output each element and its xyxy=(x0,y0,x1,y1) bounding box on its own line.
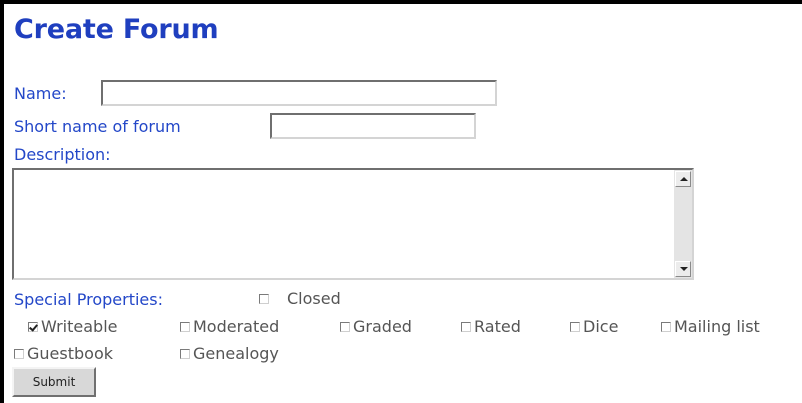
name-label: Name: xyxy=(14,84,67,103)
writeable-checkbox[interactable] xyxy=(28,322,38,332)
mailing-list-checkbox[interactable] xyxy=(661,322,671,332)
rated-checkbox[interactable] xyxy=(461,322,471,332)
moderated-label: Moderated xyxy=(193,317,280,336)
dice-label: Dice xyxy=(583,317,619,336)
name-field[interactable] xyxy=(101,80,497,106)
short-name-field[interactable] xyxy=(270,113,476,139)
window-top-border xyxy=(0,0,802,4)
property-genealogy[interactable]: Genealogy xyxy=(180,343,279,365)
page-title: Create Forum xyxy=(14,14,219,45)
property-closed[interactable]: Closed xyxy=(259,288,341,310)
closed-label: Closed xyxy=(287,289,341,308)
mailing-list-label: Mailing list xyxy=(674,317,760,336)
genealogy-label: Genealogy xyxy=(193,344,279,363)
scroll-down-button[interactable] xyxy=(675,261,691,277)
writeable-label: Writeable xyxy=(41,317,118,336)
property-dice[interactable]: Dice xyxy=(570,316,618,338)
property-mailing-list[interactable]: Mailing list xyxy=(661,316,760,338)
graded-label: Graded xyxy=(353,317,412,336)
guestbook-checkbox[interactable] xyxy=(14,349,24,359)
property-rated[interactable]: Rated xyxy=(461,316,521,338)
scroll-down-arrow-icon xyxy=(680,267,688,271)
moderated-checkbox[interactable] xyxy=(180,322,190,332)
closed-checkbox[interactable] xyxy=(259,294,269,304)
description-textarea-box xyxy=(12,168,694,280)
scroll-up-arrow-icon xyxy=(680,177,688,181)
property-writeable[interactable]: Writeable xyxy=(28,316,118,338)
description-scrollbar[interactable] xyxy=(674,170,692,278)
short-name-label: Short name of forum xyxy=(14,117,181,136)
property-graded[interactable]: Graded xyxy=(340,316,412,338)
rated-label: Rated xyxy=(474,317,521,336)
dice-checkbox[interactable] xyxy=(570,322,580,332)
scroll-up-button[interactable] xyxy=(675,171,691,187)
property-guestbook[interactable]: Guestbook xyxy=(14,343,113,365)
guestbook-label: Guestbook xyxy=(27,344,113,363)
submit-button[interactable]: Submit xyxy=(12,367,96,397)
description-field[interactable] xyxy=(14,170,674,278)
graded-checkbox[interactable] xyxy=(340,322,350,332)
property-moderated[interactable]: Moderated xyxy=(180,316,279,338)
genealogy-checkbox[interactable] xyxy=(180,349,190,359)
window-left-border xyxy=(0,0,4,403)
description-label: Description: xyxy=(14,145,111,164)
special-properties-label: Special Properties: xyxy=(14,290,163,309)
